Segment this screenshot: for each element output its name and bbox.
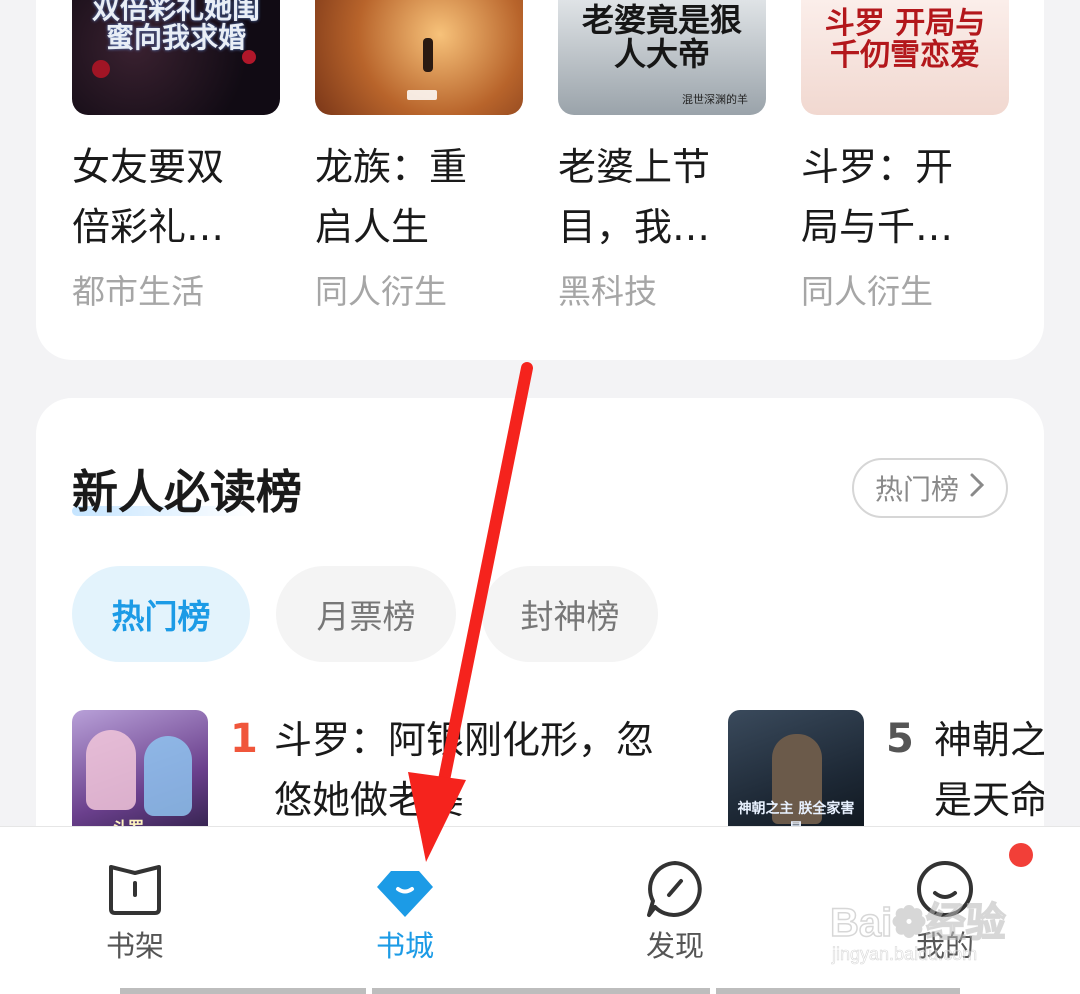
paw-icon: ❁ bbox=[892, 900, 927, 946]
book-category: 黑科技 bbox=[558, 272, 657, 311]
rank-book-title: 神朝之 是天命 bbox=[934, 710, 1044, 830]
book-title: 龙族：重 启人生 bbox=[315, 137, 523, 257]
book-cover[interactable]: 老婆竟是狠人大帝 混世深渊的羊 bbox=[558, 0, 766, 115]
watermark-url: jingyan.baidu.com bbox=[832, 944, 978, 965]
home-indicator-segment bbox=[120, 988, 366, 994]
ranking-title: 新人必读榜 bbox=[72, 465, 302, 519]
rank-title-line: 悠她做老婆 bbox=[274, 778, 465, 822]
rank-book-cover[interactable]: 神朝之主 朕全家害是 bbox=[728, 710, 864, 840]
book-cover[interactable]: 斗罗 开局与千仞雪恋爱 bbox=[801, 0, 1009, 115]
nav-item-discover[interactable]: 发现 bbox=[575, 827, 775, 977]
more-rankings-label: 热门榜 bbox=[874, 473, 959, 506]
watermark-jingyan: 经验 bbox=[925, 900, 1007, 946]
book-title-line: 启人生 bbox=[315, 205, 430, 249]
book-category: 同人衍生 bbox=[801, 272, 933, 311]
nav-label: 书城 bbox=[375, 929, 434, 963]
tab-legend[interactable]: 封神榜 bbox=[482, 566, 658, 662]
book-title-line: 老婆上节 bbox=[558, 145, 711, 189]
book-cover[interactable]: 双倍彩礼她闺蜜向我求婚 bbox=[72, 0, 280, 115]
tab-hot[interactable]: 热门榜 bbox=[72, 566, 250, 662]
rank-title-line: 神朝之 bbox=[934, 718, 1044, 762]
baidu-watermark: Bai❁经验 jingyan.baidu.com bbox=[829, 890, 1030, 970]
rank-list-item[interactable]: 斗罗 1 斗罗：阿银刚化形，忽 悠她做老婆 bbox=[72, 710, 712, 840]
book-title-line: 目，我… bbox=[558, 205, 711, 249]
nav-label: 发现 bbox=[645, 929, 704, 963]
rank-title-line: 斗罗：阿银刚化形，忽 bbox=[274, 718, 655, 762]
book-card[interactable]: 龙族：重 启人生 同人衍生 bbox=[315, 0, 523, 313]
book-title-line: 局与千… bbox=[801, 205, 954, 249]
nav-label: 书架 bbox=[105, 929, 164, 963]
book-card[interactable]: 斗罗 开局与千仞雪恋爱 斗罗：开 局与千… 同人衍生 bbox=[801, 0, 1009, 313]
rank-title-line: 是天命 bbox=[934, 778, 1044, 822]
book-title: 女友要双 倍彩礼… bbox=[72, 137, 280, 257]
home-indicator-segment bbox=[372, 988, 710, 994]
book-title-line: 龙族：重 bbox=[315, 145, 468, 189]
book-category: 同人衍生 bbox=[315, 272, 447, 311]
book-cover-text: 双倍彩礼她闺蜜向我求婚 bbox=[91, 0, 260, 55]
bookstore-icon bbox=[373, 857, 437, 921]
tab-monthly[interactable]: 月票榜 bbox=[276, 566, 456, 662]
book-cover-text: 斗罗 开局与千仞雪恋爱 bbox=[824, 6, 986, 73]
book-cover[interactable] bbox=[315, 0, 523, 115]
rank-list-item[interactable]: 神朝之主 朕全家害是 5 神朝之 是天命 bbox=[728, 710, 1044, 840]
book-cover-author: 混世深渊的羊 bbox=[682, 93, 748, 106]
watermark-brand: Bai bbox=[829, 900, 893, 946]
recommended-books-card: 双倍彩礼她闺蜜向我求婚 女友要双 倍彩礼… 都市生活 龙族：重 启人生 同人衍生… bbox=[36, 0, 1044, 360]
notification-dot bbox=[1009, 843, 1033, 867]
chevron-right-icon bbox=[969, 472, 985, 505]
more-rankings-button[interactable]: 热门榜 bbox=[852, 458, 1008, 518]
book-title-line: 女友要双 bbox=[72, 145, 225, 189]
compass-icon bbox=[643, 857, 707, 921]
nav-item-bookshelf[interactable]: 书架 bbox=[35, 827, 235, 977]
bookshelf-icon bbox=[103, 857, 167, 921]
ranking-card: 新人必读榜 热门榜 热门榜 月票榜 封神榜 斗罗 1 斗罗：阿银刚化形，忽 悠她… bbox=[36, 398, 1044, 868]
rank-number: 1 bbox=[230, 716, 258, 762]
book-title: 斗罗：开 局与千… bbox=[801, 137, 1009, 257]
rank-book-cover[interactable]: 斗罗 bbox=[72, 710, 208, 840]
home-indicator-segment bbox=[716, 988, 960, 994]
book-cover-text: 老婆竟是狠人大帝 bbox=[581, 1, 742, 73]
book-card[interactable]: 双倍彩礼她闺蜜向我求婚 女友要双 倍彩礼… 都市生活 bbox=[72, 0, 280, 313]
book-category: 都市生活 bbox=[72, 272, 204, 311]
book-title-line: 斗罗：开 bbox=[801, 145, 954, 189]
rank-number: 5 bbox=[886, 716, 914, 762]
book-card[interactable]: 老婆竟是狠人大帝 混世深渊的羊 老婆上节 目，我… 黑科技 bbox=[558, 0, 766, 313]
rank-book-title: 斗罗：阿银刚化形，忽 悠她做老婆 bbox=[274, 710, 654, 830]
book-title-line: 倍彩礼… bbox=[72, 205, 225, 249]
book-title: 老婆上节 目，我… bbox=[558, 137, 766, 257]
nav-item-bookstore[interactable]: 书城 bbox=[305, 827, 505, 977]
